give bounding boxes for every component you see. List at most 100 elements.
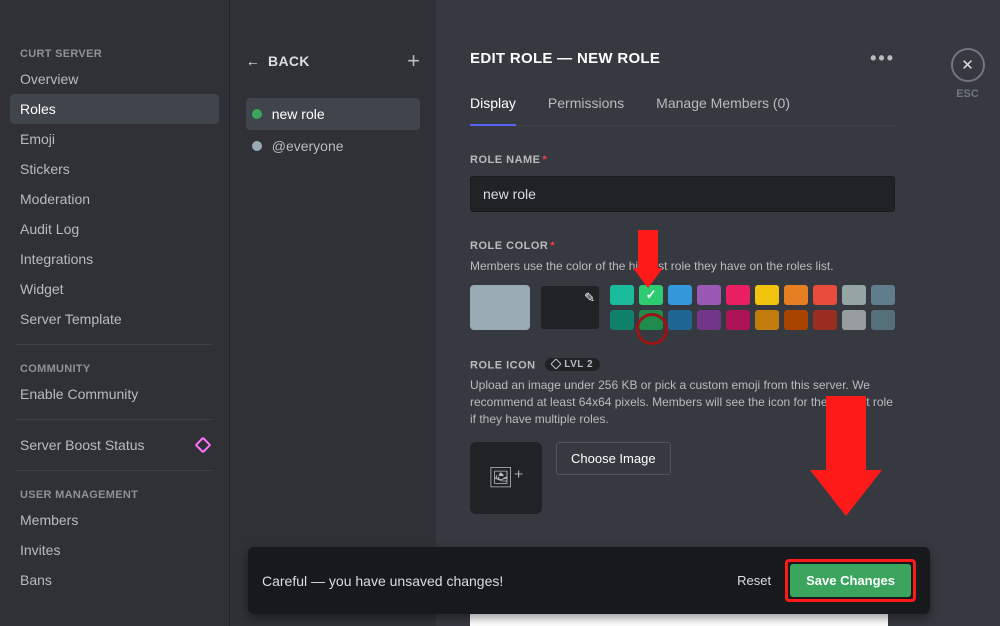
color-swatch[interactable] bbox=[610, 310, 634, 330]
role-color-hint: Members use the color of the highest rol… bbox=[470, 258, 895, 275]
sidebar-header-community: COMMUNITY bbox=[10, 355, 219, 379]
color-swatch[interactable] bbox=[726, 285, 750, 305]
back-button[interactable]: ← BACK bbox=[246, 53, 310, 69]
sidebar-item-label: Roles bbox=[20, 101, 56, 117]
sidebar-header-server: CURT SERVER bbox=[10, 40, 219, 64]
sidebar-item-integrations[interactable]: Integrations bbox=[10, 244, 219, 274]
choose-image-button[interactable]: Choose Image bbox=[556, 442, 671, 475]
role-color-dot bbox=[252, 141, 262, 151]
sidebar-item-overview[interactable]: Overview bbox=[10, 64, 219, 94]
boost-gem-icon bbox=[194, 437, 211, 454]
eyedropper-icon: ✎ bbox=[584, 290, 595, 306]
default-color-swatch[interactable] bbox=[470, 285, 530, 330]
color-swatch[interactable] bbox=[697, 310, 721, 330]
color-swatch[interactable] bbox=[639, 310, 663, 330]
role-icon-label: ROLE ICON LVL 2 bbox=[470, 358, 895, 372]
sidebar-item-roles[interactable]: Roles bbox=[10, 94, 219, 124]
image-add-icon: 🖼⁺ bbox=[488, 465, 524, 490]
sidebar-divider bbox=[16, 470, 213, 471]
check-icon: ✓ bbox=[646, 287, 657, 303]
sidebar-item-label: Invites bbox=[20, 542, 60, 558]
sidebar-item-server-template[interactable]: Server Template bbox=[10, 304, 219, 334]
custom-color-picker[interactable]: ✎ bbox=[540, 285, 600, 330]
sidebar-divider bbox=[16, 419, 213, 420]
role-name-label: ROLE NAME* bbox=[470, 154, 895, 166]
role-list-label: new role bbox=[272, 106, 325, 122]
color-swatch[interactable] bbox=[842, 285, 866, 305]
color-swatch[interactable] bbox=[842, 310, 866, 330]
color-swatch-grid: ✓ bbox=[610, 285, 895, 330]
sidebar-item-members[interactable]: Members bbox=[10, 505, 219, 535]
page-title: EDIT ROLE — NEW ROLE bbox=[470, 50, 660, 67]
annotation-save-highlight: Save Changes bbox=[785, 559, 916, 602]
sidebar-item-emoji[interactable]: Emoji bbox=[10, 124, 219, 154]
level-badge: LVL 2 bbox=[545, 358, 600, 371]
sidebar-item-enable-community[interactable]: Enable Community bbox=[10, 379, 219, 409]
sidebar-item-audit-log[interactable]: Audit Log bbox=[10, 214, 219, 244]
sidebar-item-label: Bans bbox=[20, 572, 52, 588]
sidebar-item-label: Server Template bbox=[20, 311, 122, 327]
save-changes-button[interactable]: Save Changes bbox=[790, 564, 911, 597]
role-editor: EDIT ROLE — NEW ROLE ••• Display Permissi… bbox=[436, 0, 935, 626]
sidebar-item-label: Members bbox=[20, 512, 78, 528]
close-panel: ✕ ESC bbox=[935, 0, 1000, 626]
role-name-input[interactable] bbox=[470, 176, 895, 212]
color-swatch[interactable]: ✓ bbox=[639, 285, 663, 305]
role-color-dot bbox=[252, 109, 262, 119]
color-swatch[interactable] bbox=[668, 310, 692, 330]
sidebar-item-label: Stickers bbox=[20, 161, 70, 177]
settings-sidebar: CURT SERVER Overview Roles Emoji Stickers Mo… bbox=[0, 0, 229, 626]
color-swatch[interactable] bbox=[813, 285, 837, 305]
unsaved-changes-banner: Careful — you have unsaved changes! Rese… bbox=[248, 547, 930, 614]
sidebar-item-stickers[interactable]: Stickers bbox=[10, 154, 219, 184]
color-swatch[interactable] bbox=[871, 310, 895, 330]
sidebar-item-label: Server Boost Status bbox=[20, 437, 145, 453]
color-swatch[interactable] bbox=[668, 285, 692, 305]
color-swatch[interactable] bbox=[813, 310, 837, 330]
editor-tabs: Display Permissions Manage Members (0) bbox=[470, 95, 895, 126]
unsaved-text: Careful — you have unsaved changes! bbox=[262, 573, 503, 589]
tab-manage[interactable]: Manage Members (0) bbox=[656, 95, 790, 125]
sidebar-item-label: Overview bbox=[20, 71, 78, 87]
sidebar-item-label: Widget bbox=[20, 281, 64, 297]
color-swatch[interactable] bbox=[784, 310, 808, 330]
color-swatch[interactable] bbox=[871, 285, 895, 305]
tab-display[interactable]: Display bbox=[470, 95, 516, 125]
role-color-label: ROLE COLOR* bbox=[470, 240, 895, 252]
color-swatch[interactable] bbox=[726, 310, 750, 330]
color-swatch[interactable] bbox=[784, 285, 808, 305]
role-icon-hint: Upload an image under 256 KB or pick a c… bbox=[470, 377, 895, 427]
role-list-label: @everyone bbox=[272, 138, 344, 154]
role-list-item[interactable]: new role bbox=[246, 98, 420, 130]
back-label: BACK bbox=[268, 53, 310, 69]
sidebar-item-label: Emoji bbox=[20, 131, 55, 147]
reset-button[interactable]: Reset bbox=[737, 573, 771, 588]
sidebar-item-label: Enable Community bbox=[20, 386, 138, 402]
color-picker: ✎ ✓ bbox=[470, 285, 895, 330]
sidebar-item-invites[interactable]: Invites bbox=[10, 535, 219, 565]
color-swatch[interactable] bbox=[755, 310, 779, 330]
sidebar-item-label: Audit Log bbox=[20, 221, 79, 237]
color-swatch[interactable] bbox=[755, 285, 779, 305]
add-role-button[interactable]: + bbox=[407, 48, 420, 74]
role-list-item[interactable]: @everyone bbox=[246, 130, 420, 162]
arrow-left-icon: ← bbox=[246, 53, 260, 69]
roles-list-panel: ← BACK + new role @everyone bbox=[229, 0, 436, 626]
esc-label: ESC bbox=[956, 88, 979, 100]
sidebar-item-widget[interactable]: Widget bbox=[10, 274, 219, 304]
close-button[interactable]: ✕ bbox=[951, 48, 985, 82]
sidebar-header-user-mgmt: USER MANAGEMENT bbox=[10, 481, 219, 505]
sidebar-item-label: Integrations bbox=[20, 251, 93, 267]
sidebar-item-bans[interactable]: Bans bbox=[10, 565, 219, 595]
sidebar-divider bbox=[16, 344, 213, 345]
color-swatch[interactable] bbox=[610, 285, 634, 305]
sidebar-item-boost[interactable]: Server Boost Status bbox=[10, 430, 219, 460]
gem-icon bbox=[551, 359, 562, 370]
upload-image-box[interactable]: 🖼⁺ bbox=[470, 442, 542, 514]
close-icon: ✕ bbox=[961, 56, 974, 74]
color-swatch[interactable] bbox=[697, 285, 721, 305]
sidebar-item-moderation[interactable]: Moderation bbox=[10, 184, 219, 214]
overflow-menu-icon[interactable]: ••• bbox=[870, 48, 895, 69]
sidebar-item-label: Moderation bbox=[20, 191, 90, 207]
tab-permissions[interactable]: Permissions bbox=[548, 95, 624, 125]
